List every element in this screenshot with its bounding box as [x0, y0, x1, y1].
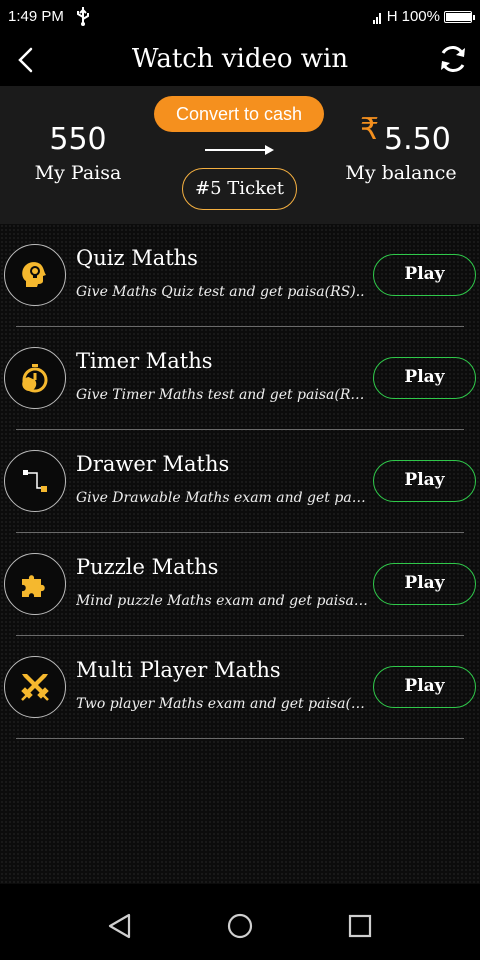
game-title: Timer Maths — [76, 349, 213, 373]
ticket-badge[interactable]: #5 Ticket — [182, 168, 297, 210]
game-title: Drawer Maths — [76, 452, 230, 476]
wallet-header: 550 My Paisa Convert to cash #5 Ticket ₹… — [0, 86, 480, 224]
row-divider — [16, 738, 464, 739]
rupee-icon: ₹ — [360, 112, 380, 147]
battery-percent: 100% — [401, 8, 440, 25]
play-button-quiz[interactable]: Play — [373, 254, 476, 296]
paisa-value: 550 — [49, 122, 107, 157]
page-title: Watch video win — [131, 44, 349, 74]
arrow-right-icon — [205, 145, 274, 155]
play-button-drawer[interactable]: Play — [373, 460, 476, 502]
game-row-multiplayer: Multi Player Maths Two player Maths exam… — [0, 636, 480, 739]
play-button-multiplayer[interactable]: Play — [373, 666, 476, 708]
game-description: Mind puzzle Maths exam and get paisa(RS)… — [76, 593, 370, 609]
usb-icon — [77, 7, 89, 26]
status-time: 1:49 PM — [8, 8, 64, 25]
game-list: Quiz Maths Give Maths Quiz test and get … — [0, 224, 480, 884]
game-title: Quiz Maths — [76, 246, 198, 270]
game-description: Two player Maths exam and get paisa(RS).… — [76, 696, 370, 712]
signal-icon — [372, 12, 381, 24]
balance-value: 5.50 — [384, 122, 451, 157]
balance-label: My balance — [345, 162, 457, 184]
network-type: H — [386, 8, 398, 25]
puzzle-piece-icon — [22, 575, 45, 597]
game-icon-circle — [4, 553, 66, 615]
game-icon-circle — [4, 347, 66, 409]
game-title: Multi Player Maths — [76, 658, 281, 682]
convert-to-cash-button[interactable]: Convert to cash — [154, 96, 324, 132]
paisa-label: My Paisa — [34, 162, 122, 184]
game-title: Puzzle Maths — [76, 555, 219, 579]
game-row-drawer: Drawer Maths Give Drawable Maths exam an… — [0, 430, 480, 533]
app-bar: Watch video win — [0, 34, 480, 86]
game-icon-circle — [4, 656, 66, 718]
play-button-puzzle[interactable]: Play — [373, 563, 476, 605]
status-bar: 1:49 PM H 100% — [0, 0, 480, 34]
battery-icon — [444, 10, 475, 23]
play-button-timer[interactable]: Play — [373, 357, 476, 399]
nav-home-icon[interactable] — [227, 913, 253, 939]
draw-path-icon — [23, 470, 47, 492]
game-icon-circle — [4, 450, 66, 512]
system-nav-bar — [0, 884, 480, 960]
crossed-swords-icon — [21, 674, 49, 701]
game-description: Give Drawable Maths exam and get paisa(R… — [76, 490, 370, 506]
game-description: Give Maths Quiz test and get paisa(RS).. — [76, 284, 365, 300]
game-description: Give Timer Maths test and get paisa(RS).… — [76, 387, 370, 403]
quiz-brain-icon — [22, 262, 46, 287]
game-row-quiz: Quiz Maths Give Maths Quiz test and get … — [0, 224, 480, 327]
nav-recents-icon[interactable] — [347, 913, 373, 939]
refresh-icon[interactable] — [438, 44, 468, 74]
game-icon-circle — [4, 244, 66, 306]
stopwatch-icon — [22, 364, 48, 393]
battery-fill — [446, 12, 472, 21]
game-row-puzzle: Puzzle Maths Mind puzzle Maths exam and … — [0, 533, 480, 636]
nav-back-icon[interactable] — [107, 913, 133, 939]
game-row-timer: Timer Maths Give Timer Maths test and ge… — [0, 327, 480, 430]
